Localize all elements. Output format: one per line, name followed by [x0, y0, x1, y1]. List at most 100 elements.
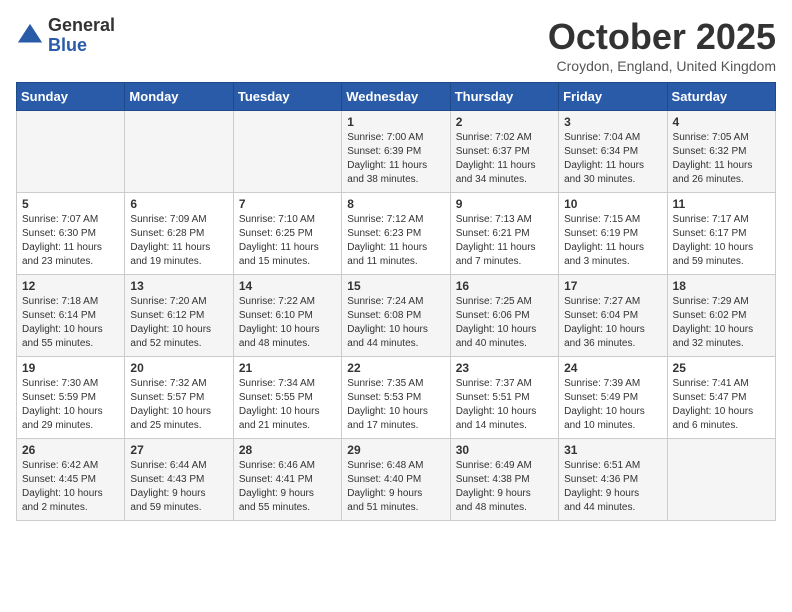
- day-info: Sunrise: 7:20 AM Sunset: 6:12 PM Dayligh…: [130, 295, 227, 351]
- day-number: 25: [673, 361, 770, 375]
- cell-w4-d1: 19 Sunrise: 7:30 AM Sunset: 5:59 PM Dayli…: [17, 357, 125, 439]
- logo: General Blue: [16, 16, 115, 56]
- day-number: 13: [130, 279, 227, 293]
- cell-w2-d2: 6 Sunrise: 7:09 AM Sunset: 6:28 PM Daylig…: [125, 193, 233, 275]
- cell-w4-d5: 23 Sunrise: 7:37 AM Sunset: 5:51 PM Dayli…: [450, 357, 558, 439]
- cell-w1-d2: [125, 111, 233, 193]
- day-number: 23: [456, 361, 553, 375]
- day-info: Sunrise: 6:48 AM Sunset: 4:40 PM Dayligh…: [347, 459, 444, 515]
- day-number: 8: [347, 197, 444, 211]
- week-row-5: 26Sunrise: 6:42 AM Sunset: 4:45 PM Dayli…: [17, 439, 776, 521]
- logo-icon: [16, 22, 44, 50]
- day-info: Sunrise: 6:44 AM Sunset: 4:43 PM Dayligh…: [130, 459, 227, 515]
- cell-w4-d7: 25 Sunrise: 7:41 AM Sunset: 5:47 PM Dayli…: [667, 357, 775, 439]
- day-number: 16: [456, 279, 553, 293]
- day-info: Sunrise: 7:04 AM Sunset: 6:34 PM Dayligh…: [564, 131, 661, 187]
- day-info: Sunrise: 7:18 AM Sunset: 6:14 PM Dayligh…: [22, 295, 119, 351]
- cell-w2-d6: 10 Sunrise: 7:15 AM Sunset: 6:19 PM Dayli…: [559, 193, 667, 275]
- header-friday: Friday: [559, 83, 667, 111]
- cell-w3-d7: 18 Sunrise: 7:29 AM Sunset: 6:02 PM Dayli…: [667, 275, 775, 357]
- header-saturday: Saturday: [667, 83, 775, 111]
- week-row-4: 19 Sunrise: 7:30 AM Sunset: 5:59 PM Dayli…: [17, 357, 776, 439]
- day-info: Sunrise: 7:07 AM Sunset: 6:30 PM Dayligh…: [22, 213, 119, 269]
- day-number: 29: [347, 443, 444, 457]
- page-header: General Blue October 2025 Croydon, Engla…: [16, 16, 776, 74]
- cell-w1-d4: 1 Sunrise: 7:00 AM Sunset: 6:39 PM Daylig…: [342, 111, 450, 193]
- cell-w2-d3: 7 Sunrise: 7:10 AM Sunset: 6:25 PM Daylig…: [233, 193, 341, 275]
- day-number: 18: [673, 279, 770, 293]
- cell-w1-d5: 2 Sunrise: 7:02 AM Sunset: 6:37 PM Daylig…: [450, 111, 558, 193]
- week-row-1: 1 Sunrise: 7:00 AM Sunset: 6:39 PM Daylig…: [17, 111, 776, 193]
- cell-w4-d4: 22Sunrise: 7:35 AM Sunset: 5:53 PM Dayli…: [342, 357, 450, 439]
- month-title: October 2025: [548, 16, 776, 58]
- header-monday: Monday: [125, 83, 233, 111]
- day-number: 11: [673, 197, 770, 211]
- day-number: 27: [130, 443, 227, 457]
- cell-w5-d2: 27 Sunrise: 6:44 AM Sunset: 4:43 PM Dayli…: [125, 439, 233, 521]
- cell-w5-d1: 26Sunrise: 6:42 AM Sunset: 4:45 PM Dayli…: [17, 439, 125, 521]
- day-info: Sunrise: 7:12 AM Sunset: 6:23 PM Dayligh…: [347, 213, 444, 269]
- day-info: Sunrise: 7:37 AM Sunset: 5:51 PM Dayligh…: [456, 377, 553, 433]
- header-thursday: Thursday: [450, 83, 558, 111]
- cell-w5-d6: 31 Sunrise: 6:51 AM Sunset: 4:36 PM Dayli…: [559, 439, 667, 521]
- cell-w2-d4: 8 Sunrise: 7:12 AM Sunset: 6:23 PM Daylig…: [342, 193, 450, 275]
- day-info: Sunrise: 7:35 AM Sunset: 5:53 PM Dayligh…: [347, 377, 444, 433]
- cell-w5-d4: 29 Sunrise: 6:48 AM Sunset: 4:40 PM Dayli…: [342, 439, 450, 521]
- day-info: Sunrise: 6:49 AM Sunset: 4:38 PM Dayligh…: [456, 459, 553, 515]
- day-info: Sunrise: 7:10 AM Sunset: 6:25 PM Dayligh…: [239, 213, 336, 269]
- logo-general-text: General: [48, 16, 115, 36]
- day-number: 24: [564, 361, 661, 375]
- day-info: Sunrise: 7:41 AM Sunset: 5:47 PM Dayligh…: [673, 377, 770, 433]
- week-row-3: 12 Sunrise: 7:18 AM Sunset: 6:14 PM Dayli…: [17, 275, 776, 357]
- day-number: 19: [22, 361, 119, 375]
- day-number: 30: [456, 443, 553, 457]
- day-number: 7: [239, 197, 336, 211]
- header-row: SundayMondayTuesdayWednesdayThursdayFrid…: [17, 83, 776, 111]
- cell-w3-d6: 17Sunrise: 7:27 AM Sunset: 6:04 PM Dayli…: [559, 275, 667, 357]
- cell-w2-d7: 11 Sunrise: 7:17 AM Sunset: 6:17 PM Dayli…: [667, 193, 775, 275]
- day-number: 4: [673, 115, 770, 129]
- day-info: Sunrise: 7:15 AM Sunset: 6:19 PM Dayligh…: [564, 213, 661, 269]
- day-number: 17: [564, 279, 661, 293]
- day-info: Sunrise: 6:46 AM Sunset: 4:41 PM Dayligh…: [239, 459, 336, 515]
- day-number: 9: [456, 197, 553, 211]
- calendar-header: SundayMondayTuesdayWednesdayThursdayFrid…: [17, 83, 776, 111]
- day-number: 28: [239, 443, 336, 457]
- calendar-body: 1 Sunrise: 7:00 AM Sunset: 6:39 PM Daylig…: [17, 111, 776, 521]
- subtitle: Croydon, England, United Kingdom: [548, 58, 776, 74]
- day-info: Sunrise: 7:02 AM Sunset: 6:37 PM Dayligh…: [456, 131, 553, 187]
- cell-w2-d1: 5 Sunrise: 7:07 AM Sunset: 6:30 PM Daylig…: [17, 193, 125, 275]
- cell-w3-d1: 12 Sunrise: 7:18 AM Sunset: 6:14 PM Dayli…: [17, 275, 125, 357]
- calendar-table: SundayMondayTuesdayWednesdayThursdayFrid…: [16, 82, 776, 521]
- day-number: 10: [564, 197, 661, 211]
- day-info: Sunrise: 6:51 AM Sunset: 4:36 PM Dayligh…: [564, 459, 661, 515]
- cell-w1-d6: 3 Sunrise: 7:04 AM Sunset: 6:34 PM Daylig…: [559, 111, 667, 193]
- day-info: Sunrise: 6:42 AM Sunset: 4:45 PM Dayligh…: [22, 459, 119, 515]
- day-info: Sunrise: 7:17 AM Sunset: 6:17 PM Dayligh…: [673, 213, 770, 269]
- day-number: 15: [347, 279, 444, 293]
- header-wednesday: Wednesday: [342, 83, 450, 111]
- cell-w5-d7: [667, 439, 775, 521]
- header-sunday: Sunday: [17, 83, 125, 111]
- day-number: 5: [22, 197, 119, 211]
- day-info: Sunrise: 7:34 AM Sunset: 5:55 PM Dayligh…: [239, 377, 336, 433]
- day-info: Sunrise: 7:22 AM Sunset: 6:10 PM Dayligh…: [239, 295, 336, 351]
- day-info: Sunrise: 7:30 AM Sunset: 5:59 PM Dayligh…: [22, 377, 119, 433]
- day-number: 2: [456, 115, 553, 129]
- cell-w4-d2: 20Sunrise: 7:32 AM Sunset: 5:57 PM Dayli…: [125, 357, 233, 439]
- day-number: 12: [22, 279, 119, 293]
- day-number: 1: [347, 115, 444, 129]
- day-info: Sunrise: 7:05 AM Sunset: 6:32 PM Dayligh…: [673, 131, 770, 187]
- day-info: Sunrise: 7:00 AM Sunset: 6:39 PM Dayligh…: [347, 131, 444, 187]
- cell-w1-d7: 4 Sunrise: 7:05 AM Sunset: 6:32 PM Daylig…: [667, 111, 775, 193]
- cell-w3-d4: 15Sunrise: 7:24 AM Sunset: 6:08 PM Dayli…: [342, 275, 450, 357]
- day-number: 3: [564, 115, 661, 129]
- cell-w2-d5: 9Sunrise: 7:13 AM Sunset: 6:21 PM Daylig…: [450, 193, 558, 275]
- day-number: 6: [130, 197, 227, 211]
- header-tuesday: Tuesday: [233, 83, 341, 111]
- cell-w3-d3: 14Sunrise: 7:22 AM Sunset: 6:10 PM Dayli…: [233, 275, 341, 357]
- day-number: 31: [564, 443, 661, 457]
- day-info: Sunrise: 7:29 AM Sunset: 6:02 PM Dayligh…: [673, 295, 770, 351]
- day-info: Sunrise: 7:09 AM Sunset: 6:28 PM Dayligh…: [130, 213, 227, 269]
- logo-text: General Blue: [48, 16, 115, 56]
